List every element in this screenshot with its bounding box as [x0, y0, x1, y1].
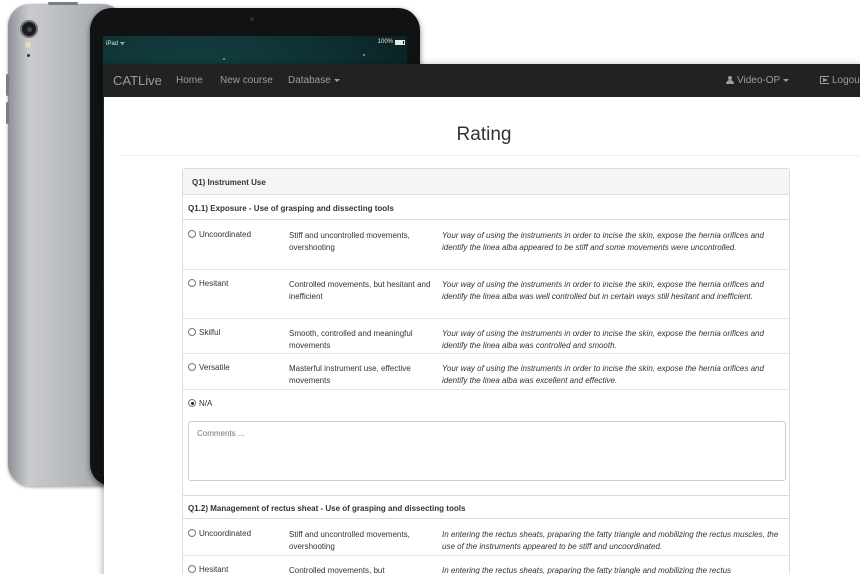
radio-button[interactable] — [188, 565, 196, 573]
option-description: Your way of using the instruments in ord… — [442, 280, 764, 301]
rating-option-row: Versatile Masterful instrument use, effe… — [183, 354, 789, 390]
rating-option-row: N/A — [183, 390, 789, 415]
option-description: Your way of using the instruments in ord… — [442, 364, 764, 385]
option-label: N/A — [199, 399, 213, 408]
ipad-microphone — [27, 54, 30, 57]
nav-user-dropdown[interactable]: Video-OP — [726, 75, 790, 86]
nav-user-label: Video-OP — [737, 75, 781, 86]
screenshot-stage: iPad ᯤ 100% CATLive Home New course Data… — [0, 0, 860, 574]
option-criteria: Smooth, controlled and meaningful moveme… — [289, 329, 413, 350]
option-criteria: Masterful instrument use, effective move… — [289, 364, 411, 385]
rating-option-uncoordinated[interactable]: Uncoordinated — [188, 230, 251, 239]
user-icon — [726, 76, 734, 84]
chevron-down-icon — [783, 78, 790, 82]
ipad-carrier-label: iPad ᯤ — [106, 41, 126, 47]
web-page: CATLive Home New course Database Video-O… — [104, 64, 860, 574]
rating-option-na[interactable]: N/A — [188, 399, 212, 408]
rear-camera-icon — [20, 20, 38, 38]
rating-option-hesitant[interactable]: Hesitant — [188, 279, 228, 288]
ipad-volume-up — [6, 74, 9, 96]
page-title: Rating — [456, 124, 512, 145]
nav-home-link[interactable]: Home — [176, 75, 203, 86]
section-heading: Q1.2) Management of rectus sheat - Use o… — [183, 495, 789, 519]
camera-flash — [25, 42, 31, 48]
nav-logout-link[interactable]: Logout — [820, 75, 860, 86]
comments-textarea[interactable] — [188, 421, 786, 481]
option-label: Uncoordinated — [199, 230, 252, 239]
rating-option-uncoordinated[interactable]: Uncoordinated — [188, 529, 251, 538]
rating-option-versatile[interactable]: Versatile — [188, 363, 230, 372]
radio-button-selected[interactable] — [188, 399, 196, 407]
rating-panel: Q1) Instrument Use Q1.1) Exposure - Use … — [182, 168, 790, 574]
option-criteria: Controlled movements, but hesitant and i… — [289, 280, 431, 301]
nav-database-label: Database — [288, 75, 331, 86]
chevron-down-icon — [333, 78, 340, 82]
option-criteria: Stiff and uncontrolled movements, oversh… — [289, 231, 410, 252]
option-description: Your way of using the instruments in ord… — [442, 231, 764, 252]
option-label: Hesitant — [199, 565, 229, 574]
option-label: Uncoordinated — [199, 529, 252, 538]
option-label: Hesitant — [199, 279, 229, 288]
navbar: CATLive Home New course Database Video-O… — [104, 64, 860, 97]
ipad-top-button — [48, 2, 78, 5]
option-criteria: Stiff and uncontrolled movements, oversh… — [289, 530, 410, 551]
section-heading: Q1.1) Exposure - Use of grasping and dis… — [183, 196, 789, 220]
navbar-brand[interactable]: CATLive — [113, 73, 162, 88]
ipad-status-bar: iPad ᯤ 100% — [103, 36, 407, 48]
radio-button[interactable] — [188, 363, 196, 371]
radio-button[interactable] — [188, 230, 196, 238]
nav-new-course-link[interactable]: New course — [220, 75, 273, 86]
front-camera-icon — [250, 17, 254, 21]
nav-database-dropdown[interactable]: Database — [288, 75, 340, 86]
rating-option-row: Hesitant Controlled movements, but In en… — [183, 556, 789, 574]
title-divider — [120, 155, 860, 156]
option-description: Your way of using the instruments in ord… — [442, 329, 764, 350]
option-label: Skilful — [199, 328, 221, 337]
radio-button[interactable] — [188, 328, 196, 336]
battery-icon — [395, 40, 405, 45]
ipad-battery-percent: 100% — [377, 39, 393, 45]
radio-button[interactable] — [188, 529, 196, 537]
rating-option-skilful[interactable]: Skilful — [188, 328, 220, 337]
option-criteria: Controlled movements, but — [289, 566, 385, 574]
rating-option-row: Uncoordinated Stiff and uncontrolled mov… — [183, 221, 789, 270]
logout-icon — [820, 76, 829, 84]
option-description: In entering the rectus sheats, praparing… — [442, 530, 779, 551]
rating-option-row: Skilful Smooth, controlled and meaningfu… — [183, 319, 789, 354]
nav-logout-label: Logout — [832, 75, 860, 86]
rating-option-hesitant[interactable]: Hesitant — [188, 565, 228, 574]
rating-option-row: Uncoordinated Stiff and uncontrolled mov… — [183, 520, 789, 556]
ipad-volume-down — [6, 102, 9, 124]
panel-heading: Q1) Instrument Use — [183, 169, 789, 195]
radio-button[interactable] — [188, 279, 196, 287]
option-description: In entering the rectus sheats, praparing… — [442, 566, 732, 574]
option-label: Versatile — [199, 363, 230, 372]
rating-option-row: Hesitant Controlled movements, but hesit… — [183, 270, 789, 319]
